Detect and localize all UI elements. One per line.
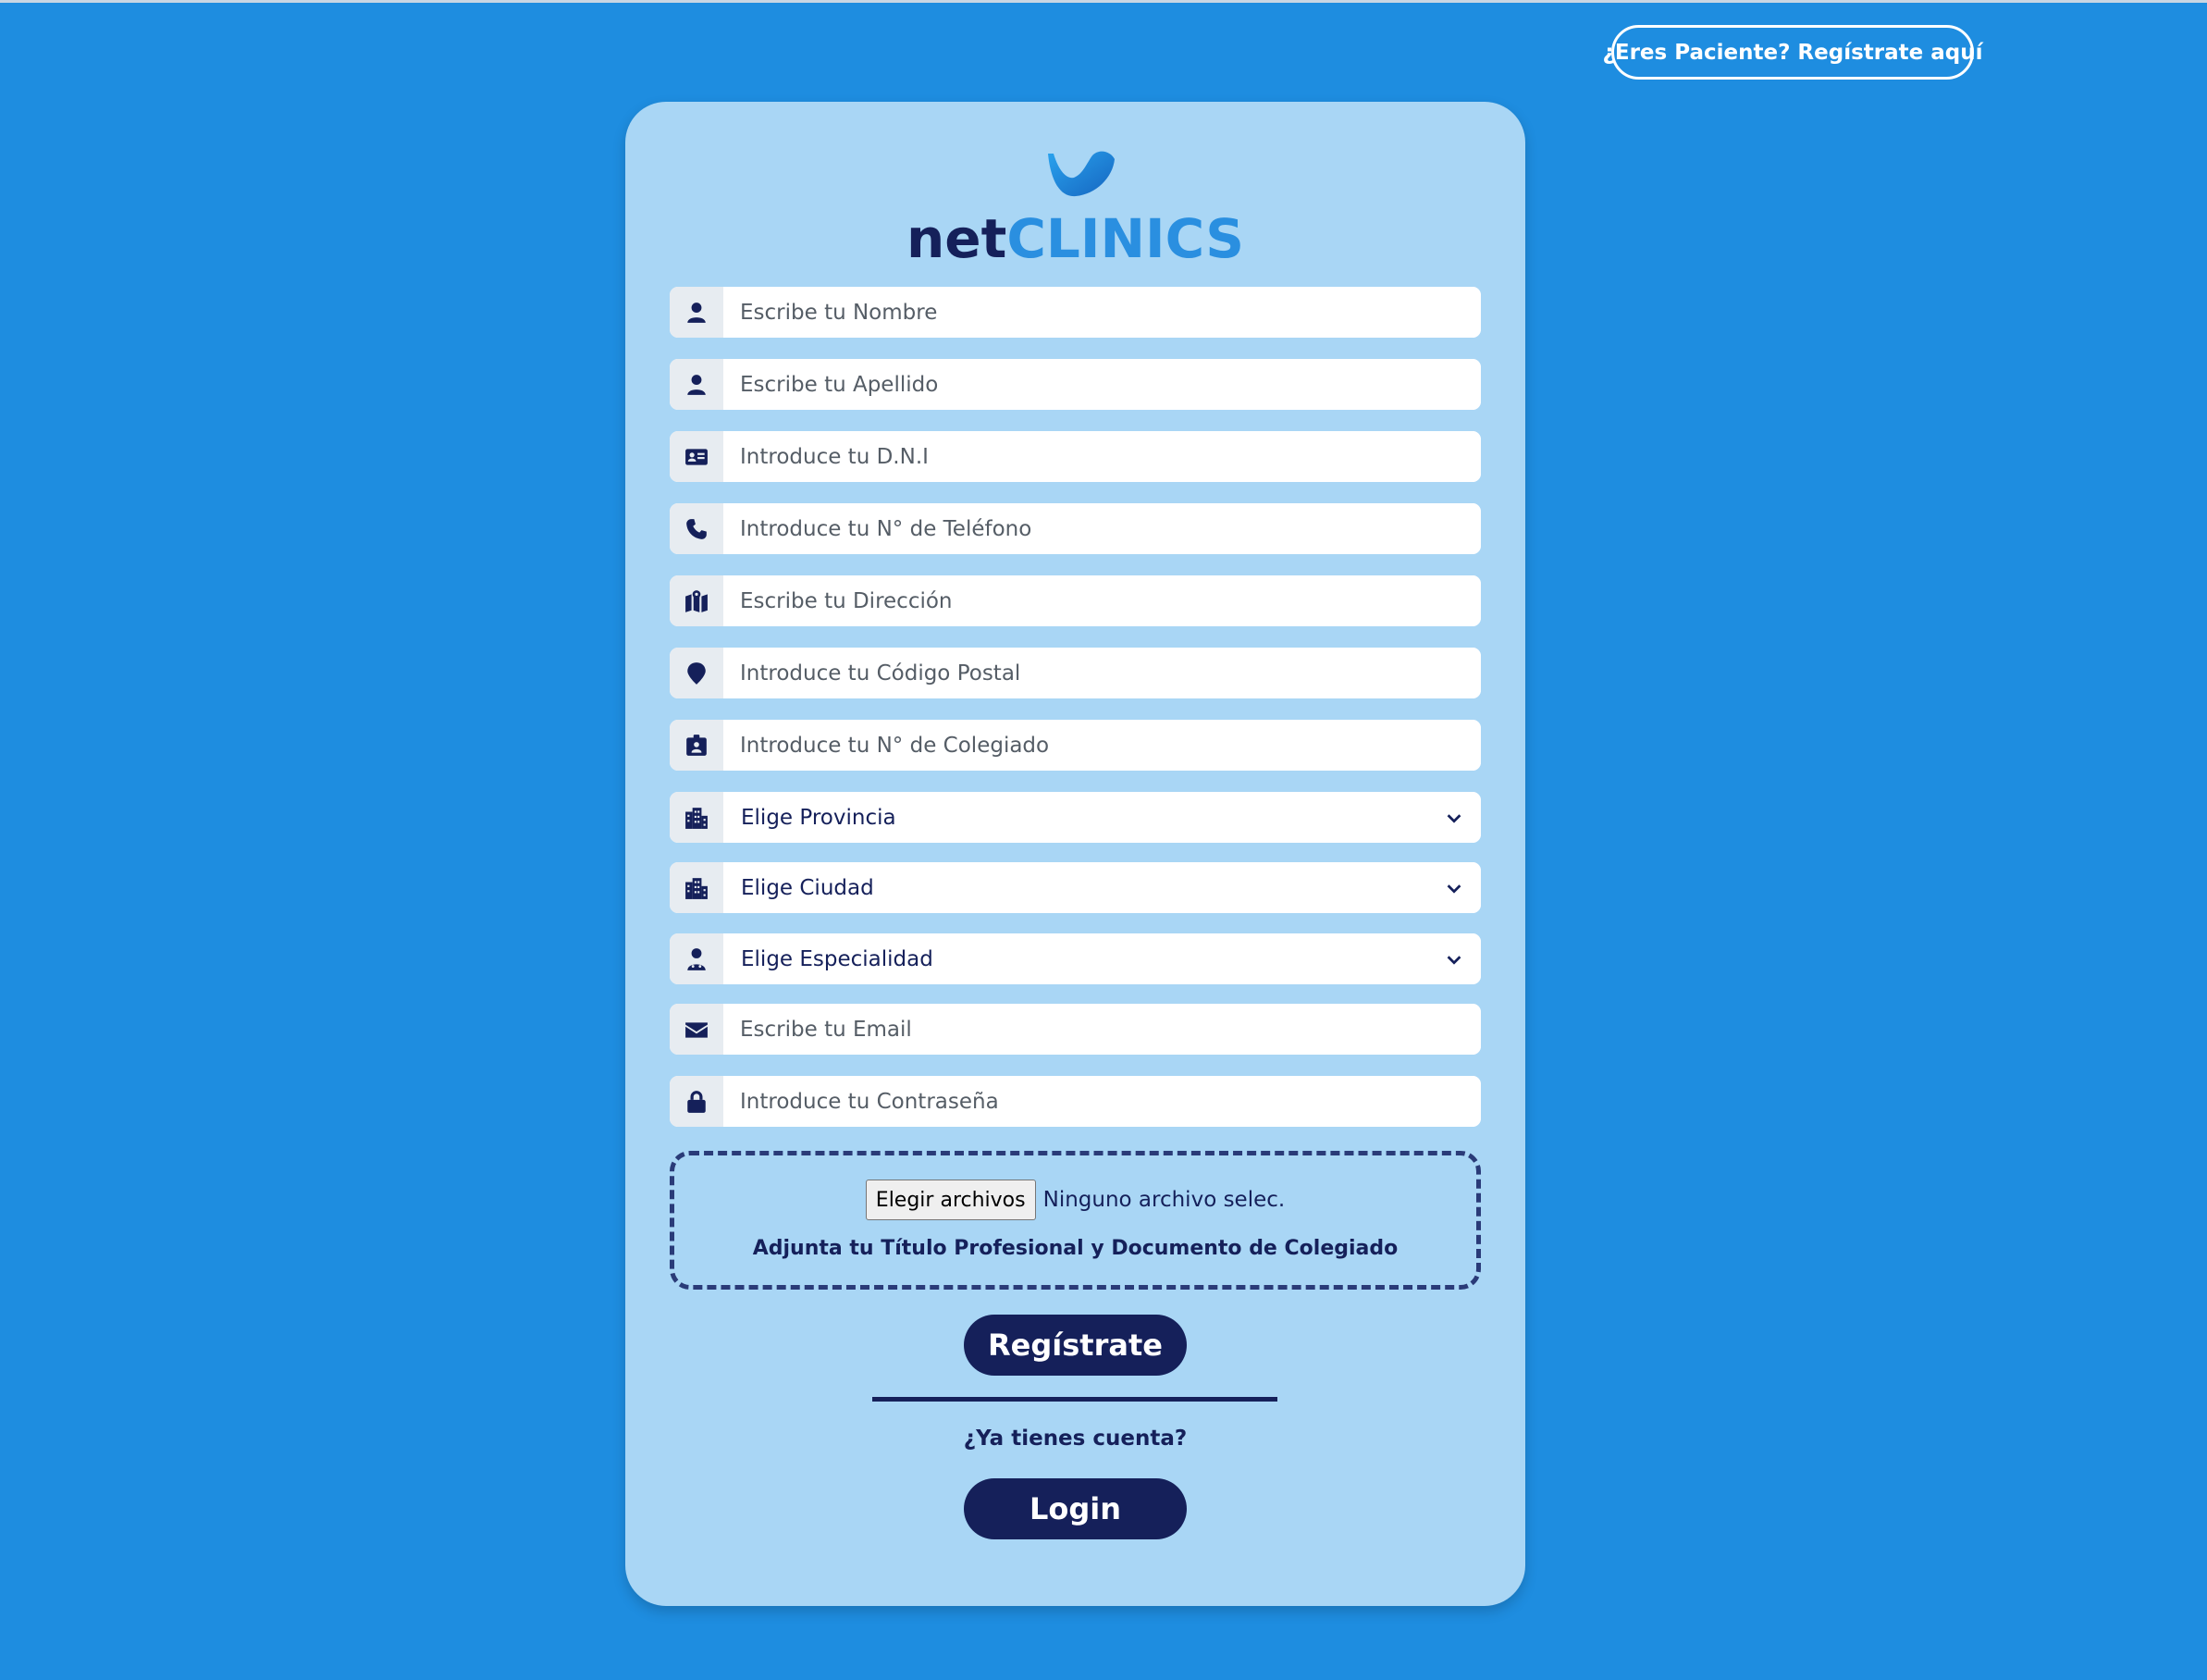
city-select-value: Elige Ciudad bbox=[741, 875, 874, 900]
dni-field bbox=[670, 431, 1481, 482]
choose-files-button[interactable]: Elegir archivos bbox=[865, 1180, 1036, 1220]
postal-code-input[interactable] bbox=[723, 648, 1481, 698]
id-badge-icon bbox=[670, 720, 723, 771]
register-button[interactable]: Regístrate bbox=[964, 1315, 1187, 1376]
email-field bbox=[670, 1004, 1481, 1055]
province-select-field: Elige Provincia bbox=[670, 792, 1481, 843]
first-name-input[interactable] bbox=[723, 287, 1481, 338]
file-upload-area[interactable]: Elegir archivos Ninguno archivo selec. A… bbox=[670, 1151, 1481, 1290]
dni-input[interactable] bbox=[723, 431, 1481, 482]
chevron-down-icon bbox=[1447, 813, 1461, 823]
phone-field bbox=[670, 503, 1481, 554]
specialty-select[interactable]: Elige Especialidad bbox=[723, 933, 1481, 984]
city-icon bbox=[670, 792, 723, 843]
id-card-icon bbox=[670, 431, 723, 482]
doctor-icon bbox=[670, 933, 723, 984]
collegiate-number-input[interactable] bbox=[723, 720, 1481, 771]
province-select[interactable]: Elige Provincia bbox=[723, 792, 1481, 843]
last-name-input[interactable] bbox=[723, 359, 1481, 410]
password-field bbox=[670, 1076, 1481, 1127]
envelope-icon bbox=[670, 1004, 723, 1055]
chevron-down-icon bbox=[1447, 955, 1461, 965]
specialty-select-value: Elige Especialidad bbox=[741, 946, 933, 971]
divider bbox=[872, 1397, 1277, 1402]
map-pin-icon bbox=[670, 648, 723, 698]
lock-icon bbox=[670, 1076, 723, 1127]
phone-icon bbox=[670, 503, 723, 554]
collegiate-number-field bbox=[670, 720, 1481, 771]
email-input[interactable] bbox=[723, 1004, 1481, 1055]
address-input[interactable] bbox=[723, 575, 1481, 626]
address-field bbox=[670, 575, 1481, 626]
logo-mark-icon bbox=[1048, 151, 1115, 197]
city-select[interactable]: Elige Ciudad bbox=[723, 862, 1481, 913]
first-name-field bbox=[670, 287, 1481, 338]
user-icon bbox=[670, 287, 723, 338]
patient-register-link[interactable]: ¿Eres Paciente? Regístrate aquí bbox=[1603, 25, 1982, 80]
phone-input[interactable] bbox=[723, 503, 1481, 554]
chevron-down-icon bbox=[1447, 883, 1461, 894]
login-button[interactable]: Login bbox=[964, 1478, 1187, 1539]
password-input[interactable] bbox=[723, 1076, 1481, 1127]
brand-name: netCLINICS bbox=[906, 207, 1244, 270]
postal-code-field bbox=[670, 648, 1481, 698]
have-account-text: ¿Ya tienes cuenta? bbox=[963, 1427, 1188, 1451]
specialty-select-field: Elige Especialidad bbox=[670, 933, 1481, 984]
last-name-field bbox=[670, 359, 1481, 410]
file-status: Ninguno archivo selec. bbox=[1042, 1188, 1286, 1212]
province-select-value: Elige Provincia bbox=[741, 805, 896, 830]
city-icon bbox=[670, 862, 723, 913]
city-select-field: Elige Ciudad bbox=[670, 862, 1481, 913]
register-card: netCLINICS Escribe tu Nombre Escribe tu … bbox=[625, 102, 1525, 1606]
user-icon bbox=[670, 359, 723, 410]
map-icon bbox=[670, 575, 723, 626]
upload-hint: Adjunta tu Título Profesional y Document… bbox=[752, 1237, 1399, 1260]
top-border bbox=[0, 0, 2207, 3]
